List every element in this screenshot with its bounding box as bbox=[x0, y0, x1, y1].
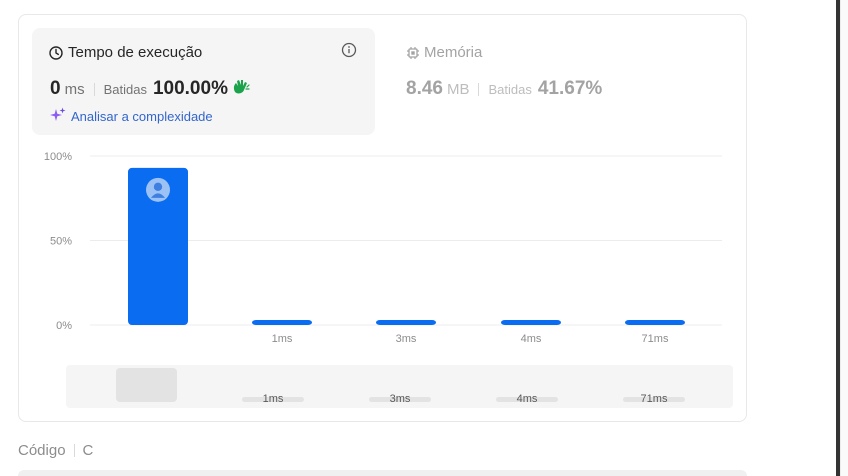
overview-label: 4ms bbox=[517, 393, 538, 405]
x-tick-label: 4ms bbox=[521, 333, 542, 345]
overview-label: 71ms bbox=[641, 393, 668, 405]
x-tick-label: 1ms bbox=[272, 333, 293, 345]
x-tick-label: 3ms bbox=[396, 333, 417, 345]
y-tick-label: 0% bbox=[56, 320, 72, 332]
scrollbar-track bbox=[840, 0, 848, 476]
divider bbox=[73, 444, 75, 457]
bar[interactable] bbox=[501, 320, 561, 325]
code-editor-top bbox=[18, 470, 747, 476]
overview-label: 3ms bbox=[390, 393, 411, 405]
runtime-distribution-chart: 100% 50% 0% 1ms 3ms 4ms 71ms 1ms 3ms 4ms 71ms bbox=[44, 151, 733, 408]
bar[interactable] bbox=[376, 320, 436, 325]
bar[interactable] bbox=[625, 320, 685, 325]
overview-bar bbox=[116, 368, 177, 402]
avatar-head bbox=[153, 182, 163, 192]
code-footer: Código C bbox=[18, 442, 93, 459]
x-tick-label: 71ms bbox=[642, 333, 669, 345]
bar[interactable] bbox=[252, 320, 312, 325]
code-language: C bbox=[82, 442, 94, 459]
code-label: Código bbox=[18, 442, 66, 459]
y-tick-label: 50% bbox=[50, 236, 72, 248]
y-tick-label: 100% bbox=[44, 151, 72, 163]
overview-label: 1ms bbox=[263, 393, 284, 405]
